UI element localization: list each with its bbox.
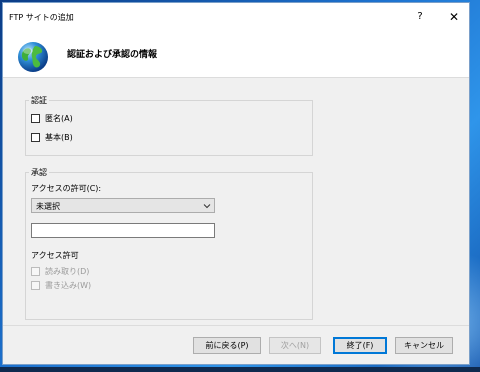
cancel-button[interactable]: キャンセル (395, 337, 453, 354)
help-button[interactable]: ? (409, 7, 431, 27)
write-checkbox-label: 書き込み(W) (45, 281, 92, 290)
ftp-site-wizard-dialog: FTP サイトの追加 ? ✕ 認証および承認の情報 認証 匿名(A) 基本(B)… (2, 2, 470, 365)
write-checkbox[interactable] (31, 281, 40, 290)
basic-checkbox-row[interactable]: 基本(B) (31, 132, 73, 143)
finish-button[interactable]: 終了(F) (333, 337, 387, 354)
read-checkbox[interactable] (31, 267, 40, 276)
read-checkbox-row[interactable]: 読み取り(D) (31, 266, 89, 277)
wizard-header: 認証および承認の情報 (3, 30, 469, 78)
next-button[interactable]: 次へ(N) (269, 337, 321, 354)
basic-checkbox[interactable] (31, 133, 40, 142)
taskbar (0, 367, 480, 372)
chevron-down-icon (203, 204, 211, 209)
access-allow-dropdown[interactable]: 未選択 (31, 198, 215, 213)
close-button[interactable]: ✕ (443, 7, 465, 27)
footer-separator (3, 325, 469, 326)
back-button[interactable]: 前に戻る(P) (193, 337, 261, 354)
basic-checkbox-label: 基本(B) (45, 133, 73, 142)
anonymous-checkbox-label: 匿名(A) (45, 114, 73, 123)
authentication-group-label: 認証 (29, 95, 49, 106)
access-allow-label: アクセスの許可(C): (31, 184, 102, 193)
read-checkbox-label: 読み取り(D) (45, 267, 90, 276)
permissions-label: アクセス許可 (31, 251, 79, 260)
anonymous-checkbox-row[interactable]: 匿名(A) (31, 113, 73, 124)
authorization-group-label: 承認 (29, 167, 49, 178)
authorization-group (25, 172, 313, 320)
access-allow-textbox[interactable] (31, 223, 215, 238)
globe-icon (18, 42, 48, 72)
write-checkbox-row[interactable]: 書き込み(W) (31, 280, 91, 291)
anonymous-checkbox[interactable] (31, 114, 40, 123)
authentication-group (25, 100, 313, 156)
access-allow-selected-value: 未選択 (36, 202, 60, 211)
title-bar: FTP サイトの追加 ? ✕ (3, 3, 469, 30)
window-title: FTP サイトの追加 (9, 13, 74, 22)
page-title: 認証および承認の情報 (67, 50, 158, 60)
